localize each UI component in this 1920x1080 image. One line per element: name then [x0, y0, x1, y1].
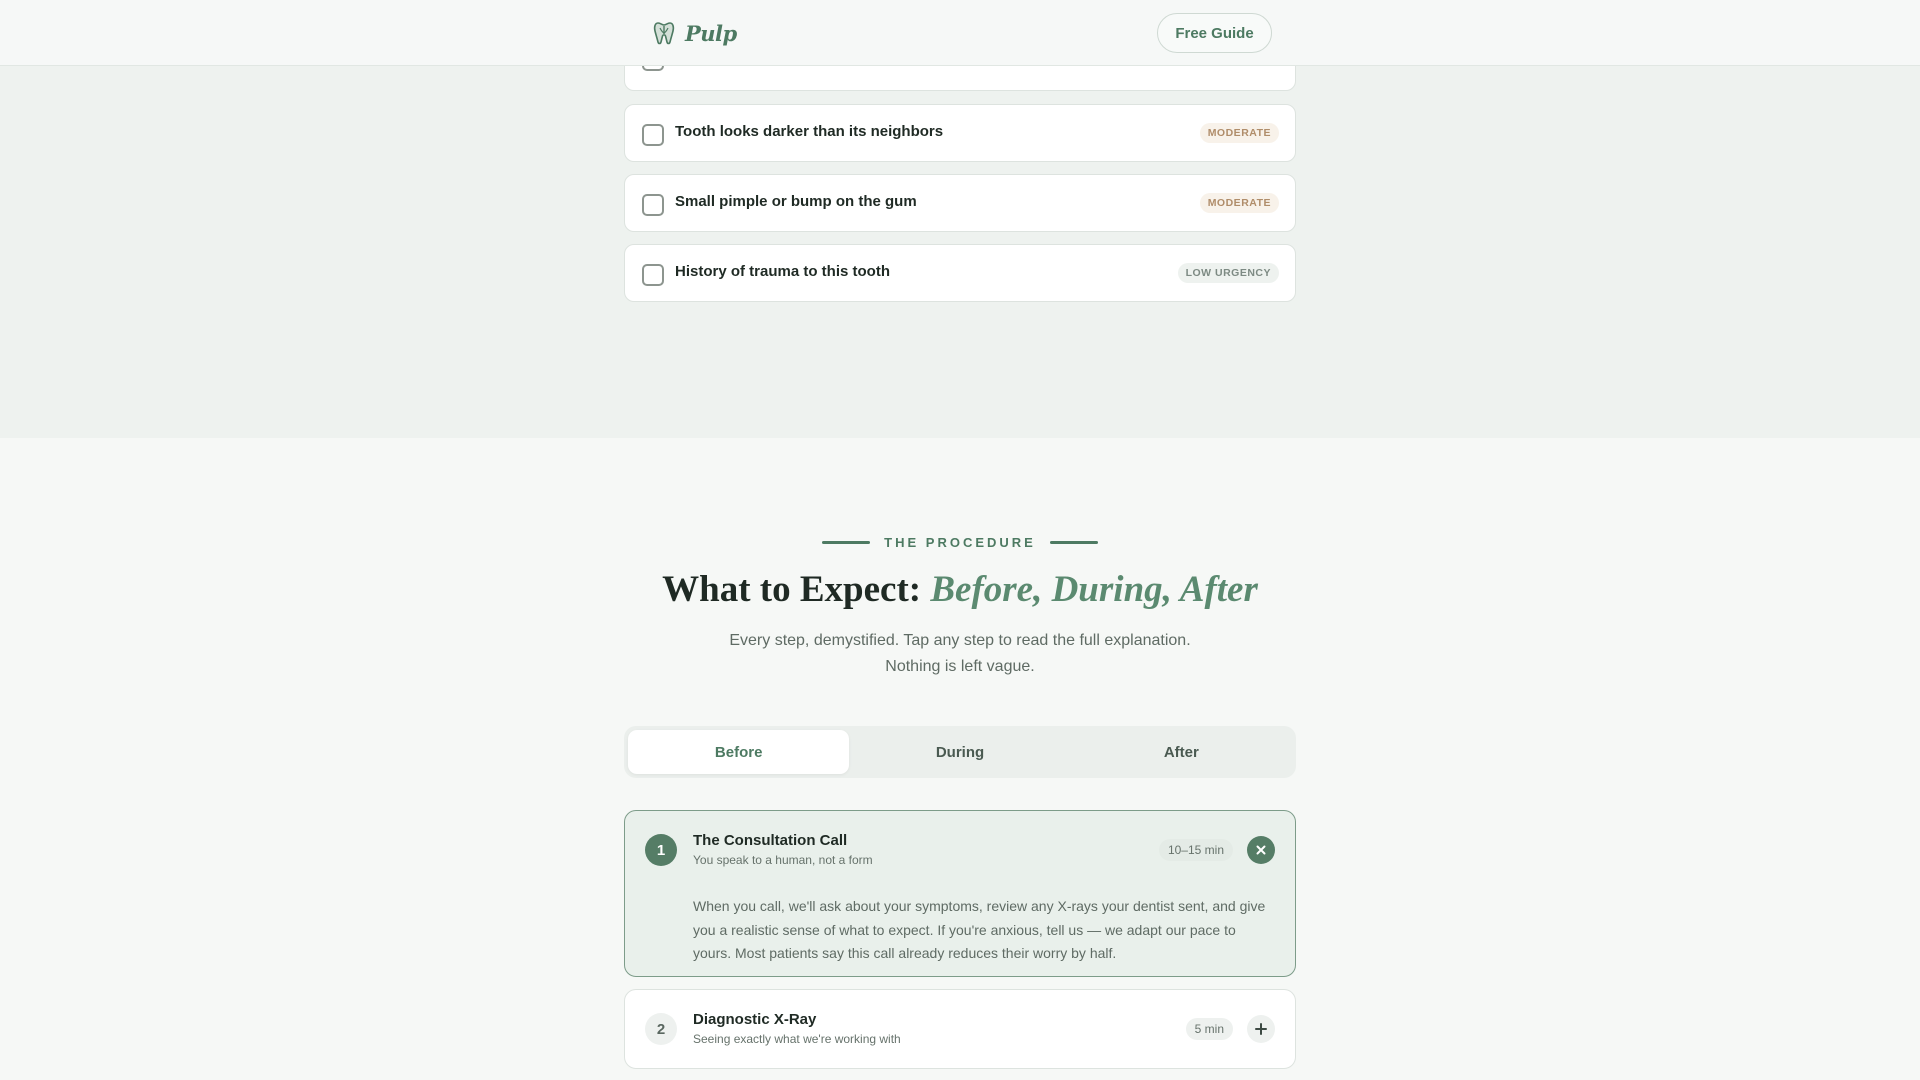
close-icon [1256, 845, 1266, 855]
step-subtitle: You speak to a human, not a form [693, 853, 873, 867]
eyebrow-divider [822, 540, 871, 544]
collapse-button[interactable] [1247, 836, 1275, 864]
tab-before[interactable]: Before [628, 730, 850, 774]
urgency-badge: LOW URGENCY [1177, 263, 1279, 283]
procedure-tabs: Before During After [624, 726, 1296, 778]
step-number: 1 [645, 834, 677, 866]
step-duration: 5 min [1185, 1018, 1233, 1040]
symptom-label: Tooth looks darker than its neighbors [675, 123, 944, 140]
section-subtitle: Every step, demystified. Tap any step to… [0, 628, 1920, 680]
symptom-item[interactable]: Small pimple or bump on the gum MODERATE [624, 174, 1296, 232]
tooth-icon [653, 22, 675, 45]
tab-during[interactable]: During [849, 730, 1070, 774]
symptom-checkbox[interactable] [642, 124, 664, 146]
eyebrow-divider [1049, 540, 1098, 544]
site-header: Pulp Free Guide [0, 0, 1920, 66]
free-guide-button[interactable]: Free Guide [1157, 13, 1272, 53]
section-title: What to Expect: Before, During, After [0, 568, 1920, 611]
subtitle-line: Every step, demystified. Tap any step to… [729, 632, 1191, 649]
title-plain: What to Expect: [662, 569, 931, 610]
symptom-label: Small pimple or bump on the gum [675, 193, 917, 210]
urgency-badge: MODERATE [1199, 193, 1279, 213]
step-description: When you call, we'll ask about your symp… [693, 898, 1266, 961]
symptom-checkbox[interactable] [642, 264, 664, 286]
tab-after[interactable]: After [1071, 730, 1292, 774]
title-accent: Before, During, After [930, 569, 1258, 610]
eyebrow-label: THE PROCEDURE [884, 534, 1036, 550]
expand-button[interactable] [1247, 1015, 1275, 1043]
step-subtitle: Seeing exactly what we're working with [693, 1032, 901, 1046]
step-title: Diagnostic X-Ray [693, 1011, 817, 1028]
symptom-checkbox[interactable] [642, 194, 664, 216]
section-eyebrow: THE PROCEDURE [0, 534, 1920, 550]
plus-icon [1255, 1023, 1267, 1035]
brand-link[interactable]: Pulp [653, 19, 737, 47]
symptom-item[interactable]: History of trauma to this tooth LOW URGE… [624, 244, 1296, 302]
symptom-label: History of trauma to this tooth [675, 263, 890, 280]
symptom-item[interactable]: Tooth looks darker than its neighbors MO… [624, 104, 1296, 162]
step-title: The Consultation Call [693, 832, 848, 849]
step-consultation-call[interactable]: 1 The Consultation Call You speak to a h… [624, 810, 1296, 977]
subtitle-line: Nothing is left vague. [885, 658, 1035, 675]
step-number: 2 [645, 1013, 677, 1045]
brand-name: Pulp [685, 20, 737, 46]
step-diagnostic-xray[interactable]: 2 Diagnostic X-Ray Seeing exactly what w… [624, 989, 1296, 1069]
urgency-badge: MODERATE [1199, 123, 1279, 143]
step-duration: 10–15 min [1158, 839, 1233, 861]
